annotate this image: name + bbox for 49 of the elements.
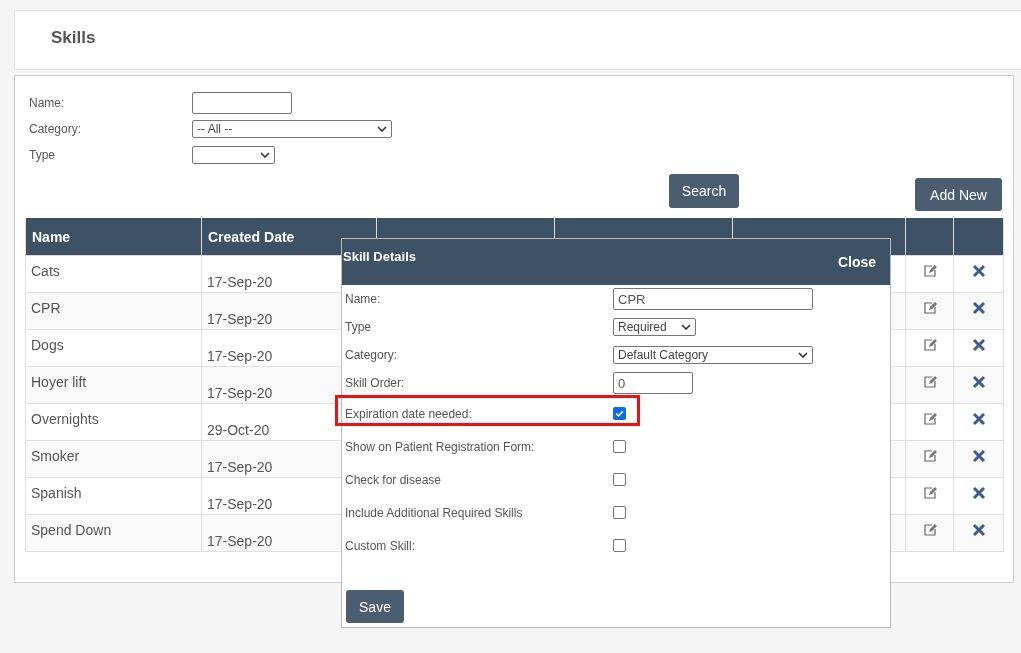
delete-icon[interactable] (971, 300, 986, 315)
edit-icon[interactable] (922, 485, 937, 500)
dropdown[interactable]: -- All -- (192, 120, 392, 138)
delete-icon[interactable] (971, 448, 986, 463)
edit-icon[interactable] (922, 263, 937, 278)
table-cell: Spend Down (25, 514, 202, 551)
edit-icon[interactable] (922, 411, 937, 426)
table-cell: Spanish (25, 477, 202, 514)
table-cell: Smoker (25, 440, 202, 477)
caret-icon (260, 152, 270, 158)
edit-icon[interactable] (922, 448, 937, 463)
table-cell: Hoyer lift (25, 366, 202, 403)
table-cell: Cats (25, 255, 202, 292)
search-button[interactable]: Search (669, 174, 739, 208)
table-cell: Overnights (25, 403, 202, 440)
input-field[interactable]: 0 (613, 372, 693, 394)
field-label: Category: (28, 122, 83, 136)
caret-icon (681, 324, 691, 330)
delete-icon[interactable] (971, 337, 986, 352)
dropdown[interactable]: Required (613, 318, 696, 336)
edit-icon[interactable] (922, 374, 937, 389)
delete-icon[interactable] (971, 374, 986, 389)
delete-icon[interactable] (971, 485, 986, 500)
checkbox[interactable] (613, 440, 626, 453)
column-header: Name (25, 218, 202, 255)
save-button[interactable]: Save (346, 590, 404, 623)
close-link[interactable]: Close (837, 254, 876, 285)
input-field[interactable]: CPR (613, 288, 813, 310)
checkbox[interactable] (613, 506, 626, 519)
table-cell: CPR (25, 292, 202, 329)
dropdown[interactable]: Default Category (613, 346, 813, 364)
edit-icon[interactable] (922, 522, 937, 537)
table-cell: Dogs (25, 329, 202, 366)
input-field[interactable] (192, 92, 292, 114)
checkbox[interactable] (613, 407, 626, 420)
delete-icon[interactable] (971, 411, 986, 426)
add-new-button[interactable]: Add New (915, 178, 1002, 211)
checkbox[interactable] (613, 539, 626, 552)
checkbox[interactable] (613, 473, 626, 486)
caret-icon (798, 352, 808, 358)
field-label: Type (28, 148, 56, 162)
delete-icon[interactable] (971, 263, 986, 278)
edit-icon[interactable] (922, 337, 937, 352)
page-title: Skills (51, 28, 96, 47)
dropdown[interactable] (192, 146, 275, 164)
field-label: Name: (28, 96, 66, 110)
edit-icon[interactable] (922, 300, 937, 315)
delete-icon[interactable] (971, 522, 986, 537)
caret-icon (377, 126, 387, 132)
